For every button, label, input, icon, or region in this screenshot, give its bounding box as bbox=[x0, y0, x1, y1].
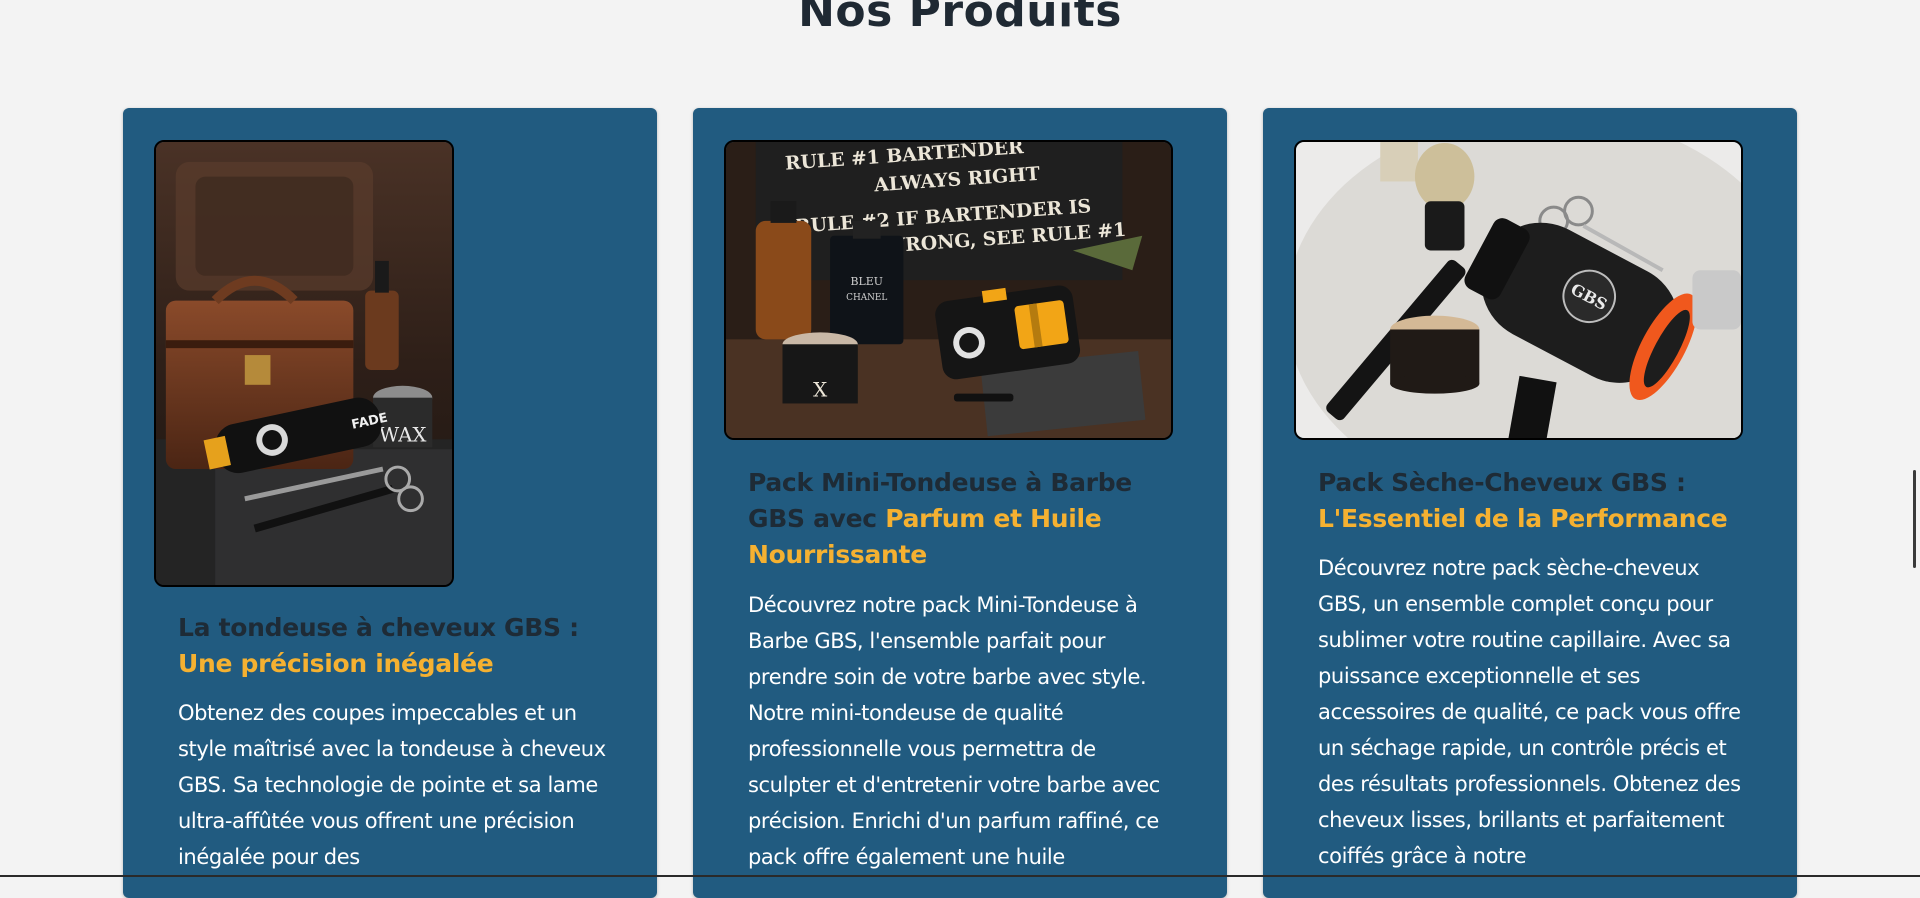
product-card-mini-tondeuse[interactable]: RULE #1 BARTENDER ALWAYS RIGHT RULE #2 I… bbox=[693, 108, 1227, 898]
product-title-main: La tondeuse à cheveux GBS : bbox=[178, 613, 579, 642]
product-title-accent: Une précision inégalée bbox=[178, 649, 494, 678]
product-card-seche-cheveux[interactable]: GBS Pack Sèche-Cheveux GBS : L'Essentiel… bbox=[1263, 108, 1797, 898]
product-image-mini-tondeuse[interactable]: RULE #1 BARTENDER ALWAYS RIGHT RULE #2 I… bbox=[724, 140, 1173, 440]
product-title[interactable]: La tondeuse à cheveux GBS : Une précisio… bbox=[178, 610, 618, 682]
mini-clipper-photo: RULE #1 BARTENDER ALWAYS RIGHT RULE #2 I… bbox=[726, 142, 1171, 438]
product-title-main: Pack Sèche-Cheveux GBS : bbox=[1318, 468, 1686, 497]
wax-jar-label: WAX bbox=[379, 423, 427, 446]
product-image-tondeuse[interactable]: WAX FADE bbox=[154, 140, 454, 587]
clipper-photo: WAX FADE bbox=[156, 142, 452, 585]
scrollbar-thumb[interactable] bbox=[1913, 470, 1916, 568]
product-image-seche-cheveux[interactable]: GBS bbox=[1294, 140, 1743, 440]
product-card-tondeuse[interactable]: WAX FADE La tondeuse à cheveux GBS : Une… bbox=[123, 108, 657, 898]
jar-label: X bbox=[813, 379, 827, 402]
hair-dryer-photo: GBS bbox=[1296, 142, 1741, 438]
product-title[interactable]: Pack Sèche-Cheveux GBS : L'Essentiel de … bbox=[1318, 465, 1758, 537]
product-description: Découvrez notre pack sèche-cheveux GBS, … bbox=[1318, 556, 1741, 868]
perfume-label-2: CHANEL bbox=[846, 293, 887, 303]
perfume-label-1: BLEU bbox=[851, 275, 883, 288]
product-title[interactable]: Pack Mini-Tondeuse à Barbe GBS avec Parf… bbox=[748, 465, 1188, 573]
product-description: Découvrez notre pack Mini-Tondeuse à Bar… bbox=[748, 593, 1160, 869]
product-title-accent: L'Essentiel de la Performance bbox=[1318, 504, 1728, 533]
section-title: Nos Produits bbox=[798, 0, 1122, 37]
product-description: Obtenez des coupes impeccables et un sty… bbox=[178, 701, 606, 869]
